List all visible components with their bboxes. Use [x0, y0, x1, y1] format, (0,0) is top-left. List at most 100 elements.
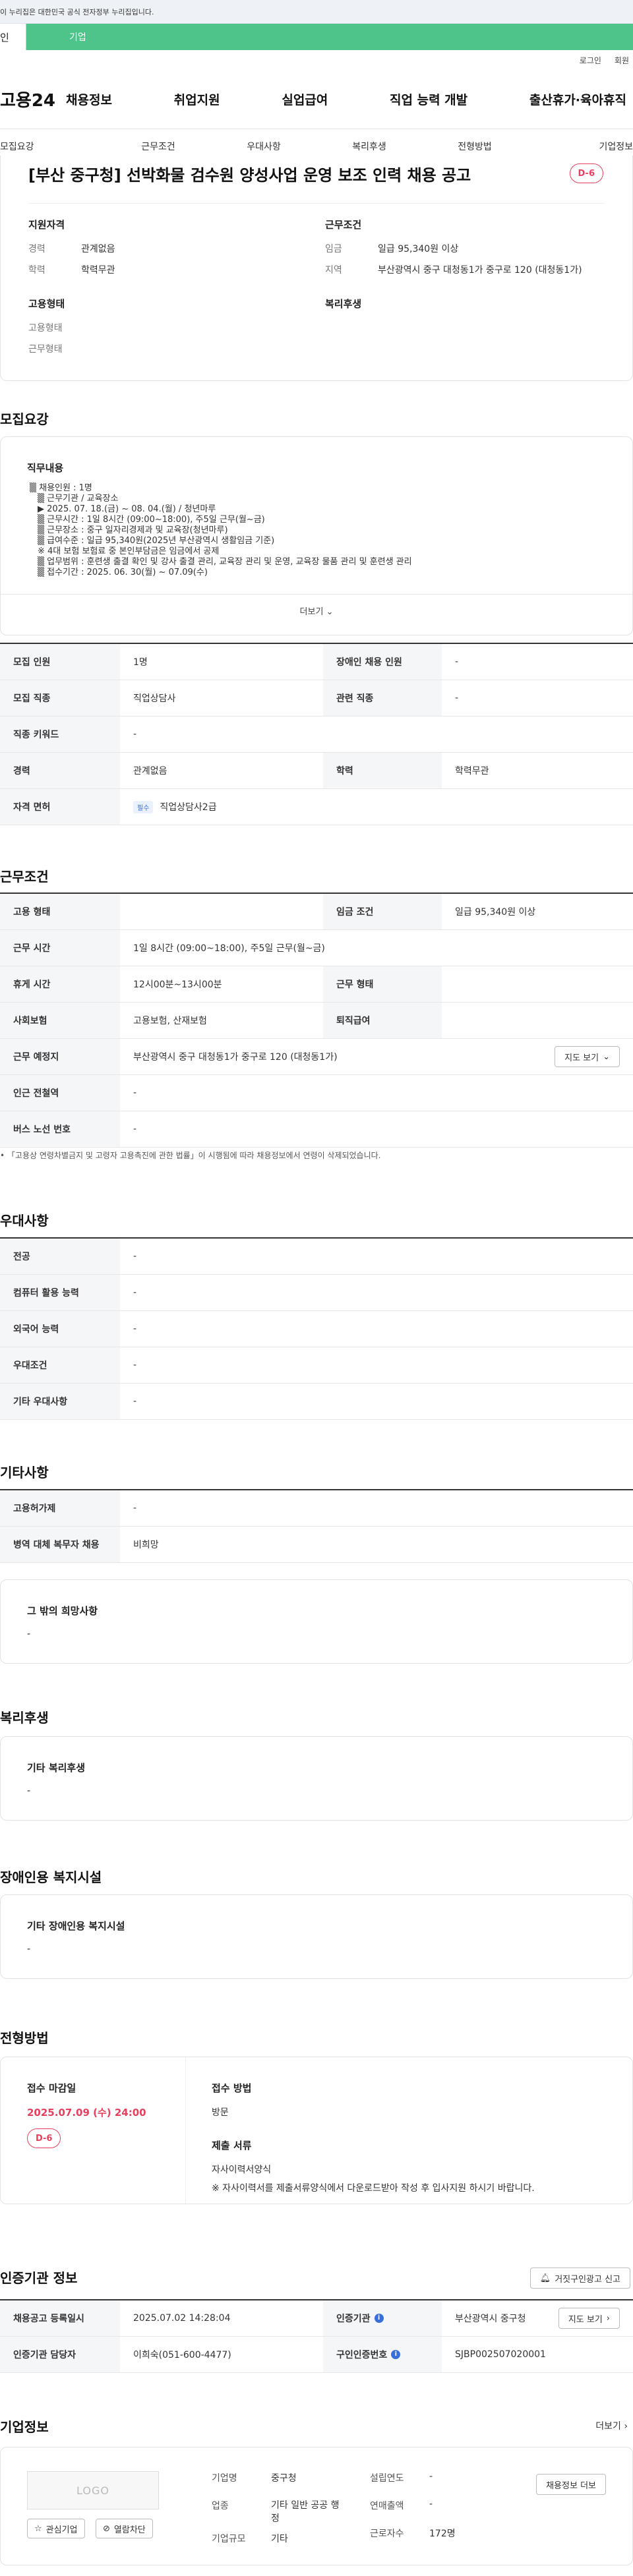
tab-recruit[interactable]: 모집요강	[0, 140, 106, 153]
tab-company[interactable]: 기업정보	[528, 140, 633, 153]
chevron-right-icon: ›	[606, 2313, 610, 2324]
star-icon: ☆	[34, 2523, 42, 2534]
menu-item-vocational-training[interactable]: 직업 능력 개발	[390, 90, 467, 108]
site-logo[interactable]: 고용24	[0, 87, 66, 111]
qual-row: 경력 관계없음	[28, 244, 115, 254]
tab-person[interactable]: 인	[0, 24, 26, 50]
screening-box: 접수 마감일 2025.07.09 (수) 24:00 D-6 접수 방법 방문…	[0, 2057, 633, 2204]
company-info-col1: 기업명 중구청 업종 기타 일반 공공 행정 기업규모 기타	[212, 2473, 340, 2544]
tab-business[interactable]: 기업	[26, 24, 633, 50]
dday-badge: D-6	[569, 163, 603, 183]
certification-table: 채용공고 등록일시 2025.07.02 14:28:04 인증기관 i 부산광…	[0, 2299, 633, 2373]
tab-preferences[interactable]: 우대사항	[211, 140, 316, 153]
welfare-block: 복리후생	[325, 297, 609, 321]
global-nav: 고용24 채용정보 취업지원 실업급여 직업 능력 개발 출산휴가·육아휴직	[0, 70, 633, 129]
duty-title: 직무내용	[27, 462, 64, 474]
company-logo: LOGO	[27, 2471, 159, 2509]
table-row: 모집 직종 직업상담사 관련 직종 -	[0, 680, 633, 717]
section-title-etc: 기타사항	[0, 1465, 49, 1480]
table-row: 고용허가제 -	[0, 1490, 633, 1527]
welfare-box: 기타 복리후생 -	[0, 1736, 633, 1821]
main-menu: 채용정보 취업지원 실업급여 직업 능력 개발 출산휴가·육아휴직	[66, 90, 633, 108]
section-title-recruit: 모집요강	[0, 411, 49, 427]
utility-links: 로그인 회원	[0, 50, 633, 70]
map-view-button[interactable]: 지도 보기 ⌄	[555, 1046, 620, 1067]
table-row: 근무 예정지 부산광역시 중구 대청동1가 중구로 120 (대청동1가) 지도…	[0, 1039, 633, 1075]
chevron-right-icon: ›	[624, 2421, 628, 2432]
divider	[28, 203, 605, 204]
duty-box: 직무내용 ▒ 채용인원 : 1명 ▒ 근무기관 / 교육장소 ▶ 2025. 0…	[0, 436, 633, 635]
table-row: 외국어 능력 -	[0, 1311, 633, 1347]
login-link[interactable]: 로그인	[580, 55, 601, 66]
company-jobs-button[interactable]: 채용정보 더보	[536, 2474, 606, 2495]
table-row: 버스 노선 번호 -	[0, 1111, 633, 1148]
work-table: 고용 형태 임금 조건 일급 95,340원 이상 근무 시간 1일 8시간 (…	[0, 893, 633, 1148]
table-row: 채용공고 등록일시 2025.07.02 14:28:04 인증기관 i 부산광…	[0, 2300, 633, 2337]
tab-work-conditions[interactable]: 근무조건	[106, 140, 211, 153]
table-row: 직종 키워드 -	[0, 717, 633, 753]
table-row: 인근 전철역 -	[0, 1075, 633, 1111]
bell-icon: 🔔︎	[539, 2273, 551, 2283]
other-wishes-box: 그 밖의 희망사항 -	[0, 1579, 633, 1664]
company-box: LOGO ☆ 관심기업 ⊘ 열람차단 기업명 중구청 업종 기타 일반 공공 행정 …	[0, 2447, 633, 2565]
menu-item-employment-support[interactable]: 취업지원	[174, 90, 220, 108]
block-view-button[interactable]: ⊘ 열람차단	[96, 2519, 153, 2538]
table-row: 휴게 시간 12시00분~13시00분 근무 형태	[0, 966, 633, 1003]
gov-banner: 이 누리집은 대한민국 공식 전자정부 누리집입니다.	[0, 0, 633, 24]
company-more-link[interactable]: 더보기 ›	[595, 2419, 628, 2432]
map-view-button[interactable]: 지도 보기 ›	[558, 2308, 620, 2329]
age-notice: • 「고용상 연령차별금지 및 고령자 고용촉진에 관한 법률」이 시행됨에 따…	[0, 1151, 381, 1160]
more-button[interactable]: 더보기 ⌄	[1, 604, 632, 617]
conditions-title: 근무조건	[325, 219, 362, 231]
table-row: 전공 -	[0, 1239, 633, 1275]
chevron-down-icon: ⌄	[603, 1051, 610, 1062]
employment-type-block: 고용형태 고용형태 근무형태	[28, 297, 318, 363]
conditions-block: 근무조건 임금 일급 95,340원 이상 지역 부산광역시 중구 대청동1가 중구…	[325, 218, 609, 284]
user-type-tabs: 인 기업	[0, 24, 633, 50]
table-row: 컴퓨터 활용 능력 -	[0, 1275, 633, 1311]
dday-badge: D-6	[27, 2128, 61, 2148]
method-block: 접수 방법 방문 제출 서류 자사이력서양식 ※ 자사이력서를 제출서류양식에서…	[212, 2082, 535, 2194]
section-title-screening: 전형방법	[0, 2030, 49, 2046]
required-tag: 필수	[133, 800, 154, 813]
table-row: 기타 우대사항 -	[0, 1384, 633, 1420]
join-link[interactable]: 회원	[615, 55, 629, 66]
tab-welfare[interactable]: 복리후생	[316, 140, 422, 153]
menu-item-unemployment-benefit[interactable]: 실업급여	[282, 90, 328, 108]
deadline-block: 접수 마감일 2025.07.09 (수) 24:00 D-6	[27, 2081, 146, 2148]
table-row: 근무 시간 1일 8시간 (09:00~18:00), 주5일 근무(월~금)	[0, 930, 633, 966]
info-icon[interactable]: i	[374, 2314, 384, 2323]
job-title: [부산 중구청] 선박화물 검수원 양성사업 운영 보조 인력 채용 공고	[28, 166, 471, 185]
info-icon[interactable]: i	[391, 2350, 401, 2359]
table-row: 우대조건 -	[0, 1347, 633, 1384]
table-row: 경력 관계없음 학력 학력무관	[0, 753, 633, 789]
menu-item-parental-leave[interactable]: 출산휴가·육아휴직	[529, 90, 626, 108]
table-row: 병역 대체 복무자 채용 비희망	[0, 1527, 633, 1563]
report-fake-ad-button[interactable]: 🔔︎ 거짓구인광고 신고	[529, 2268, 630, 2289]
etc-table: 고용허가제 - 병역 대체 복무자 채용 비희망	[0, 1489, 633, 1563]
table-row: 자격 면허 필수 직업상담사2급	[0, 789, 633, 825]
section-title-disabled-facilities: 장애인용 복지시설	[0, 1869, 102, 1885]
table-row: 고용 형태 임금 조건 일급 95,340원 이상	[0, 894, 633, 930]
section-title-company: 기업정보	[0, 2419, 49, 2435]
table-row: 모집 인원 1명 장애인 채용 인원 -	[0, 644, 633, 680]
qualification-block: 지원자격 경력 관계없음 학력 학력무관	[28, 218, 318, 284]
recruit-table: 모집 인원 1명 장애인 채용 인원 - 모집 직종 직업상담사 관련 직종 -…	[0, 643, 633, 825]
section-title-certification: 인증기관 정보	[0, 2270, 78, 2286]
menu-item-jobs[interactable]: 채용정보	[66, 90, 112, 108]
tab-screening[interactable]: 전형방법	[422, 140, 528, 153]
deadline-value: 2025.07.09 (수) 24:00	[27, 2107, 146, 2119]
favorite-company-button[interactable]: ☆ 관심기업	[27, 2519, 85, 2538]
section-title-preferences: 우대사항	[0, 1213, 49, 1229]
table-row: 인증기관 담당자 이희숙(051-600-4477) 구인인증번호 i SJBP…	[0, 2337, 633, 2373]
cond-row: 임금 일급 95,340원 이상	[325, 244, 459, 254]
block-icon: ⊘	[103, 2523, 110, 2534]
section-title-work: 근무조건	[0, 869, 49, 885]
chevron-down-icon: ⌄	[326, 607, 334, 617]
cond-row: 지역 부산광역시 중구 대청동1가 중구로 120 (대청동1가)	[325, 265, 582, 276]
disabled-facilities-box: 기타 장애인용 복지시설 -	[0, 1894, 633, 1979]
employment-type-title: 고용형태	[28, 298, 65, 310]
company-info-col2: 설립연도 - 연매출액 - 근로자수 172명	[370, 2471, 456, 2539]
welfare-title: 복리후생	[325, 298, 362, 310]
job-summary-card: [부산 중구청] 선박화물 검수원 양성사업 운영 보조 인력 채용 공고 D-…	[0, 156, 633, 381]
